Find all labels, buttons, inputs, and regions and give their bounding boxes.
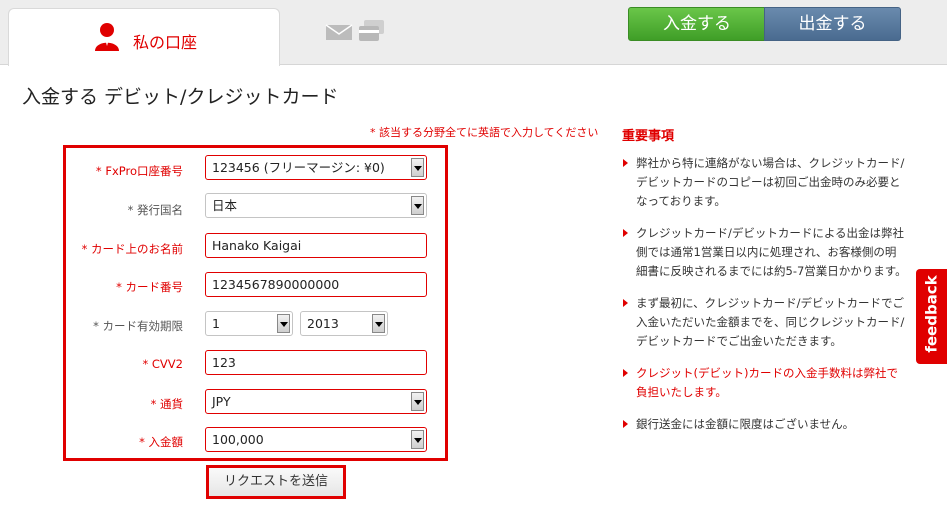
tab-icons (325, 18, 386, 44)
country-select[interactable]: 日本 (205, 193, 427, 218)
chevron-down-icon (372, 314, 385, 333)
expiry-month-value: 1 (212, 316, 220, 331)
top-bar: 私の口座 入金する 出金する (0, 0, 947, 66)
withdraw-button[interactable]: 出金する (764, 7, 901, 41)
required-note: * 該当する分野全てに英語で入力してください (370, 126, 599, 139)
amount-select-value: 100,000 (212, 432, 264, 447)
important-notes: 弊社から特に連絡がない場合は、クレジットカード/デビットカードのコピーは初回ご出… (622, 154, 907, 447)
card-number-input[interactable]: 1234567890000000 (205, 272, 427, 297)
tab-my-account[interactable]: 私の口座 (8, 8, 280, 66)
expiry-label: * カード有効期限 (93, 319, 183, 333)
amount-select[interactable]: 100,000 (205, 427, 427, 452)
cvv-label: * CVV2 (142, 357, 184, 371)
important-title: 重要事項 (622, 129, 675, 144)
note-item: クレジット(デビット)カードの入金手数料は弊社で負担いたします。 (622, 364, 907, 402)
page-title: 入金する デビット/クレジットカード (22, 86, 339, 108)
deposit-button[interactable]: 入金する (628, 7, 766, 41)
expiry-year-select[interactable]: 2013 (300, 311, 388, 336)
currency-select-value: JPY (212, 394, 231, 409)
note-item: 銀行送金には金額に限度はございません。 (622, 415, 907, 434)
credit-card-icon[interactable] (358, 18, 386, 44)
expiry-year-value: 2013 (307, 316, 339, 331)
submit-request-button[interactable]: リクエストを送信 (206, 465, 346, 499)
expiry-month-select[interactable]: 1 (205, 311, 293, 336)
cardholder-name-label: * カード上のお名前 (81, 242, 183, 256)
user-icon (95, 23, 119, 51)
country-select-value: 日本 (212, 198, 238, 213)
tab-my-account-label: 私の口座 (133, 33, 198, 52)
cvv-input[interactable]: 123 (205, 350, 427, 375)
currency-label: * 通貨 (150, 397, 183, 411)
feedback-label: feedback (922, 275, 941, 353)
note-item: クレジットカード/デビットカードによる出金は弊社側では通常1営業日以内に処理され… (622, 224, 907, 281)
account-select-value: 123456 (フリーマージン: ¥0) (212, 160, 385, 175)
note-item: 弊社から特に連絡がない場合は、クレジットカード/デビットカードのコピーは初回ご出… (622, 154, 907, 211)
cardholder-name-input[interactable]: Hanako Kaigai (205, 233, 427, 258)
note-item: まず最初に、クレジットカード/デビットカードでご入金いただいた金額までを、同じク… (622, 294, 907, 351)
feedback-tab[interactable]: feedback (916, 269, 947, 364)
chevron-down-icon (411, 430, 424, 449)
mail-icon[interactable] (325, 21, 353, 41)
currency-select[interactable]: JPY (205, 389, 427, 414)
account-label: * FxPro口座番号 (95, 164, 183, 178)
chevron-down-icon (277, 314, 290, 333)
chevron-down-icon (411, 392, 424, 411)
country-label: * 発行国名 (127, 203, 183, 217)
chevron-down-icon (411, 196, 424, 215)
account-select[interactable]: 123456 (フリーマージン: ¥0) (205, 155, 427, 180)
amount-label: * 入金額 (139, 435, 183, 449)
chevron-down-icon (411, 158, 424, 177)
card-number-label: * カード番号 (116, 280, 183, 294)
